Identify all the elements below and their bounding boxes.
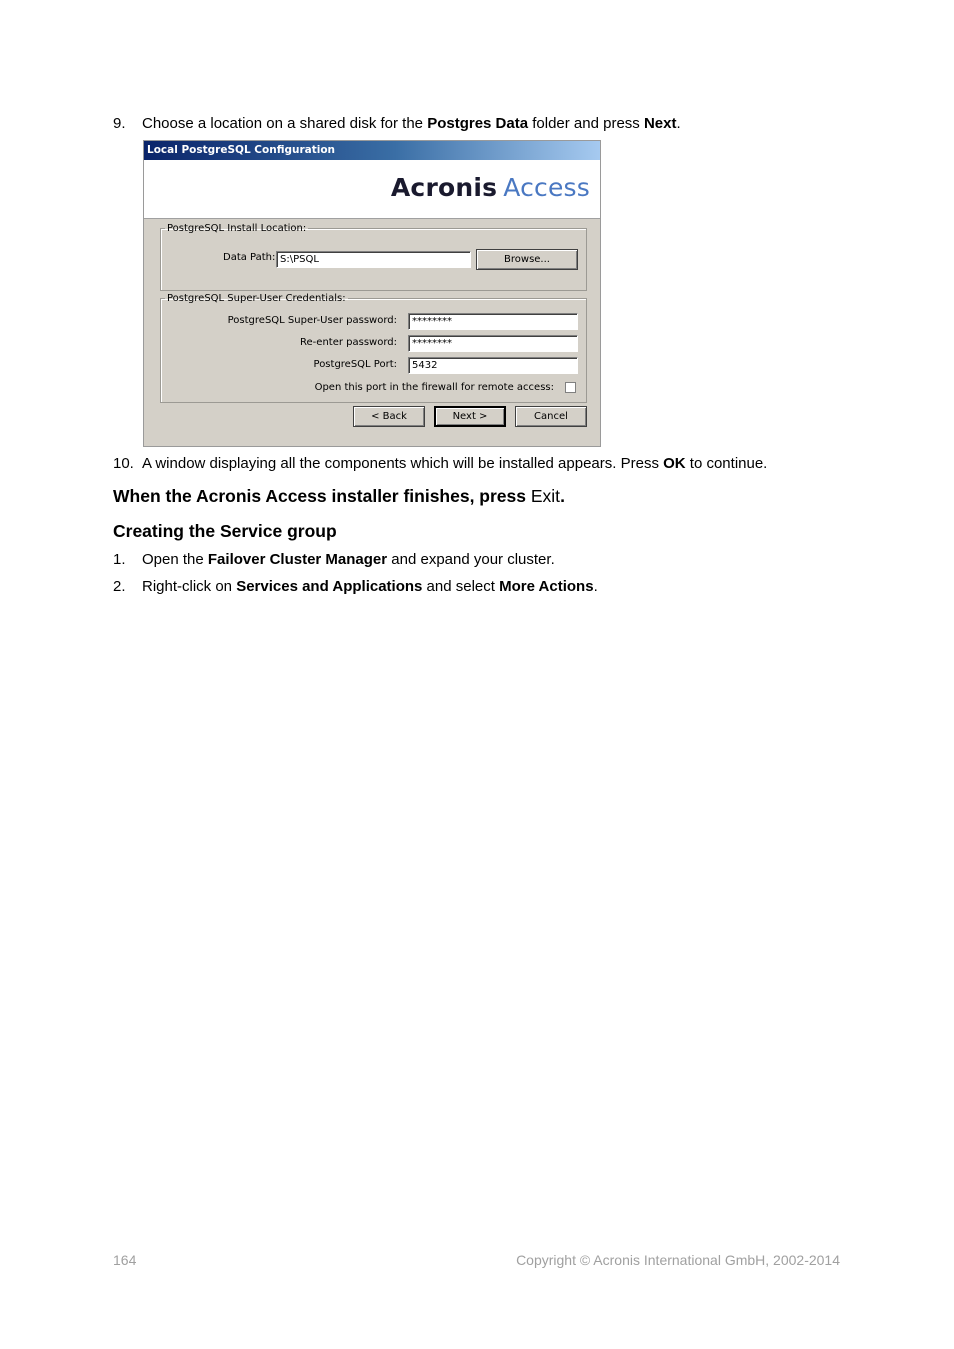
finish-heading: When the Acronis Access installer finish… xyxy=(113,486,565,506)
firewall-checkbox[interactable] xyxy=(565,382,576,393)
step-10-number: 10. xyxy=(113,455,134,472)
more-actions-term: More Actions xyxy=(499,578,594,595)
data-path-input[interactable]: S:\PSQL xyxy=(276,251,471,268)
install-location-legend: PostgreSQL Install Location: xyxy=(167,223,307,234)
services-and-applications-term: Services and Applications xyxy=(236,578,423,595)
port-input[interactable]: 5432 xyxy=(408,357,578,374)
firewall-label: Open this port in the firewall for remot… xyxy=(314,382,554,393)
dialog-title: Local PostgreSQL Configuration xyxy=(144,141,600,160)
next-term: Next xyxy=(643,115,677,132)
credentials-legend: PostgreSQL Super-User Credentials: xyxy=(167,293,346,304)
password-label: PostgreSQL Super-User password: xyxy=(227,315,397,326)
section-heading: Creating the Service group xyxy=(113,521,337,541)
reenter-password-label: Re-enter password: xyxy=(300,337,397,348)
failover-cluster-manager-term: Failover Cluster Manager xyxy=(207,551,388,568)
next-button[interactable]: Next > xyxy=(434,406,506,427)
acronis-access-logo: Acronis Access xyxy=(390,173,590,202)
document-page: 9. Choose a location on a shared disk fo… xyxy=(0,0,954,1349)
cancel-button[interactable]: Cancel xyxy=(515,406,587,427)
page-number: 164 xyxy=(113,1252,137,1268)
ok-term: OK xyxy=(663,455,686,472)
postgresql-config-dialog: Local PostgreSQL Configuration Acronis Ac… xyxy=(143,140,601,447)
list-item-number: 2. xyxy=(113,578,126,595)
password-input[interactable]: ******** xyxy=(408,313,578,330)
step-10-text: A window displaying all the components w… xyxy=(142,455,768,472)
list-item-number: 1. xyxy=(113,551,126,568)
data-path-label: Data Path: xyxy=(223,252,276,263)
reenter-password-input[interactable]: ******** xyxy=(408,335,578,352)
back-button[interactable]: < Back xyxy=(353,406,425,427)
step-9-text: Choose a location on a shared disk for t… xyxy=(142,115,681,132)
copyright-notice: Copyright © Acronis International GmbH, … xyxy=(516,1252,840,1268)
dialog-banner: Acronis Access xyxy=(144,160,600,219)
list-item-text: Open the Failover Cluster Manager and ex… xyxy=(142,551,555,568)
list-item-text: Right-click on Services and Applications… xyxy=(142,578,598,595)
step-9-number: 9. xyxy=(113,115,126,132)
postgres-data-term: Postgres Data xyxy=(427,115,529,132)
browse-button[interactable]: Browse... xyxy=(476,249,578,270)
port-label: PostgreSQL Port: xyxy=(313,359,397,370)
